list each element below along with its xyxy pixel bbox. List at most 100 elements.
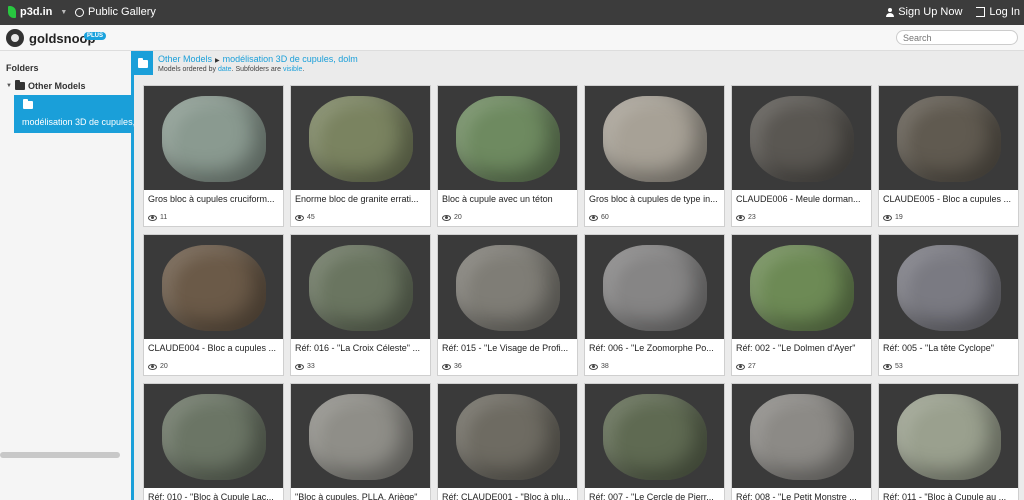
rock-image	[603, 394, 707, 480]
model-title[interactable]: Réf: 006 - "Le Zoomorphe Po...	[589, 343, 721, 353]
view-count-value: 36	[454, 363, 462, 370]
site-logo[interactable]: p3d.in ▼	[8, 6, 67, 18]
model-grid: Gros bloc à cupules cruciform... 11 Enorme…	[143, 85, 1024, 500]
model-title[interactable]: Enorme bloc de granite errati...	[295, 194, 427, 204]
eye-icon	[589, 214, 598, 221]
sign-up-label: Sign Up Now	[898, 6, 963, 18]
model-title[interactable]: Réf: 016 - "La Croix Céleste" ...	[295, 343, 427, 353]
model-card[interactable]: CLAUDE004 - Bloc a cupules ... 20	[143, 234, 284, 376]
folder-other-models[interactable]: ▼ Other Models	[6, 80, 85, 91]
rock-image	[456, 96, 560, 182]
user-icon	[886, 7, 895, 17]
model-card[interactable]: Enorme bloc de granite errati... 45	[290, 85, 431, 227]
model-thumbnail[interactable]	[144, 235, 283, 339]
model-title[interactable]: Bloc à cupule avec un téton	[442, 194, 574, 204]
model-thumbnail[interactable]	[732, 384, 871, 488]
model-title[interactable]: CLAUDE005 - Bloc a cupules ...	[883, 194, 1015, 204]
model-thumbnail[interactable]	[438, 384, 577, 488]
public-gallery-link[interactable]: Public Gallery	[75, 6, 156, 18]
rock-image	[750, 96, 854, 182]
model-title[interactable]: Réf: 002 - "Le Dolmen d'Ayer"	[736, 343, 868, 353]
rock-image	[897, 245, 1001, 331]
avatar[interactable]	[6, 29, 24, 47]
rock-image	[309, 394, 413, 480]
model-thumbnail[interactable]	[585, 235, 724, 339]
folder-selected[interactable]: modélisation 3D de cupules, dolm	[14, 95, 134, 133]
log-in-link[interactable]: Log In	[976, 6, 1020, 18]
model-card[interactable]: Réf: 005 - "La tête Cyclope" 53	[878, 234, 1019, 376]
search-input[interactable]	[896, 30, 1018, 45]
model-card[interactable]: Gros bloc à cupules de type in... 60	[584, 85, 725, 227]
model-title[interactable]: CLAUDE004 - Bloc a cupules ...	[148, 343, 280, 353]
model-thumbnail[interactable]	[585, 384, 724, 488]
breadcrumb-current[interactable]: modélisation 3D de cupules, dolm	[223, 54, 358, 64]
folder-icon	[138, 58, 148, 68]
current-folder-badge	[134, 51, 153, 75]
chevron-right-icon: ▶	[215, 58, 220, 64]
model-thumbnail[interactable]	[291, 235, 430, 339]
model-thumbnail[interactable]	[585, 86, 724, 190]
view-count-value: 23	[748, 214, 756, 221]
view-count: 33	[295, 363, 315, 370]
model-thumbnail[interactable]	[144, 384, 283, 488]
model-thumbnail[interactable]	[879, 235, 1018, 339]
sidebar-scrollbar[interactable]	[0, 452, 120, 458]
view-count-value: 27	[748, 363, 756, 370]
top-navigation-bar: p3d.in ▼ Public Gallery Sign Up Now Log …	[0, 0, 1024, 25]
public-gallery-label: Public Gallery	[88, 6, 156, 18]
model-card[interactable]: Réf: 015 - "Le Visage de Profi... 36	[437, 234, 578, 376]
leaf-logo-icon	[8, 6, 16, 18]
model-thumbnail[interactable]	[879, 384, 1018, 488]
model-title[interactable]: Réf: 005 - "La tête Cyclope"	[883, 343, 1015, 353]
model-thumbnail[interactable]	[438, 86, 577, 190]
sign-up-link[interactable]: Sign Up Now	[886, 6, 962, 18]
rock-image	[309, 96, 413, 182]
model-card[interactable]: Réf: 007 - "Le Cercle de Pierr...	[584, 383, 725, 500]
model-title[interactable]: Réf: 007 - "Le Cercle de Pierr...	[589, 492, 721, 500]
model-card[interactable]: "Bloc à cupules. PLLA. Ariège"	[290, 383, 431, 500]
model-thumbnail[interactable]	[438, 235, 577, 339]
model-title[interactable]: Réf: 008 - "Le Petit Monstre ...	[736, 492, 868, 500]
caret-down-icon[interactable]: ▼	[60, 9, 67, 16]
view-count: 20	[148, 363, 168, 370]
model-thumbnail[interactable]	[732, 86, 871, 190]
rock-image	[603, 96, 707, 182]
model-thumbnail[interactable]	[144, 86, 283, 190]
model-thumbnail[interactable]	[879, 86, 1018, 190]
model-thumbnail[interactable]	[291, 86, 430, 190]
view-count-value: 60	[601, 214, 609, 221]
view-count: 23	[736, 214, 756, 221]
eye-icon	[883, 214, 892, 221]
model-card[interactable]: Réf: 016 - "La Croix Céleste" ... 33	[290, 234, 431, 376]
model-title[interactable]: Gros bloc à cupules cruciform...	[148, 194, 280, 204]
view-count: 45	[295, 214, 315, 221]
model-title[interactable]: "Bloc à cupules. PLLA. Ariège"	[295, 492, 427, 500]
model-card[interactable]: CLAUDE005 - Bloc a cupules ... 19	[878, 85, 1019, 227]
model-title[interactable]: Réf: 010 - "Bloc à Cupule Lac...	[148, 492, 280, 500]
model-card[interactable]: Réf: 008 - "Le Petit Monstre ...	[731, 383, 872, 500]
user-header: goldsnoop PLUS	[0, 25, 1024, 51]
breadcrumb: Other Models ▶ modélisation 3D de cupules,…	[158, 54, 358, 64]
model-title[interactable]: Réf: 011 - "Bloc à Cupule au ...	[883, 492, 1015, 500]
model-thumbnail[interactable]	[732, 235, 871, 339]
model-card[interactable]: Réf: CLAUDE001 - "Bloc à plu...	[437, 383, 578, 500]
model-card[interactable]: CLAUDE006 - Meule dorman... 23	[731, 85, 872, 227]
model-title[interactable]: Gros bloc à cupules de type in...	[589, 194, 721, 204]
model-card[interactable]: Réf: 002 - "Le Dolmen d'Ayer" 27	[731, 234, 872, 376]
order-mid: . Subfolders are	[231, 66, 281, 73]
rock-image	[603, 245, 707, 331]
order-date-link[interactable]: date	[218, 66, 232, 73]
breadcrumb-root[interactable]: Other Models	[158, 54, 212, 64]
model-title[interactable]: Réf: CLAUDE001 - "Bloc à plu...	[442, 492, 574, 500]
rock-image	[162, 96, 266, 182]
model-card[interactable]: Réf: 006 - "Le Zoomorphe Po... 38	[584, 234, 725, 376]
model-thumbnail[interactable]	[291, 384, 430, 488]
subfolders-visible-link[interactable]: visible	[283, 66, 302, 73]
model-card[interactable]: Réf: 010 - "Bloc à Cupule Lac...	[143, 383, 284, 500]
model-card[interactable]: Gros bloc à cupules cruciform... 11	[143, 85, 284, 227]
model-title[interactable]: Réf: 015 - "Le Visage de Profi...	[442, 343, 574, 353]
model-title[interactable]: CLAUDE006 - Meule dorman...	[736, 194, 868, 204]
model-card[interactable]: Bloc à cupule avec un téton 20	[437, 85, 578, 227]
model-card[interactable]: Réf: 011 - "Bloc à Cupule au ...	[878, 383, 1019, 500]
expand-triangle-icon[interactable]: ▼	[6, 83, 12, 89]
